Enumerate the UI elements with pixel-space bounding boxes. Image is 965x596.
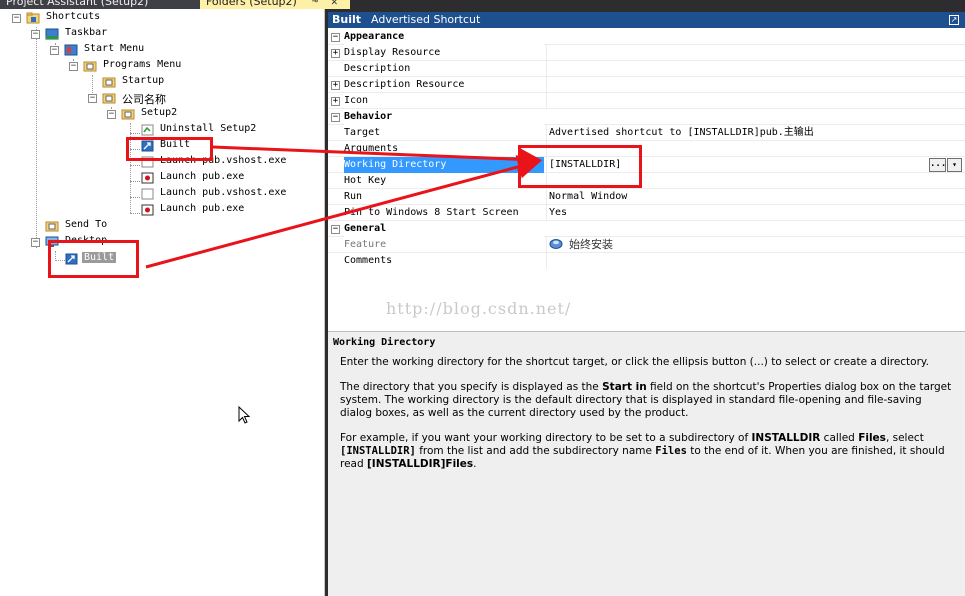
tree-node-taskbar[interactable]: Taskbar <box>65 27 107 38</box>
browse-ellipsis-button[interactable]: ... <box>929 158 946 172</box>
folder-icon <box>45 221 59 232</box>
tree-node-start-menu[interactable]: Start Menu <box>84 43 144 54</box>
feature-value-text: 始终安装 <box>569 238 614 251</box>
tree-line <box>130 165 140 166</box>
tab-project-assistant[interactable]: Project Assistant (Setup2) <box>0 0 200 9</box>
tree-node-company[interactable]: 公司名称 <box>122 91 166 107</box>
pin-value[interactable]: Yes <box>546 205 946 221</box>
description-title: Working Directory <box>333 337 436 348</box>
collapse-icon[interactable]: − <box>50 46 59 55</box>
collapse-icon[interactable]: − <box>331 33 340 42</box>
properties-pages-icon[interactable]: ↗ <box>949 15 959 25</box>
properties-header: Built Advertised Shortcut ↗ <box>328 12 965 28</box>
tree-node-launch-exe[interactable]: Launch pub.exe <box>160 203 244 214</box>
annotation-box-working-directory <box>518 145 642 188</box>
expand-icon[interactable]: + <box>331 97 340 106</box>
property-row-working-directory[interactable]: Working Directory [INSTALLDIR] <box>328 157 965 173</box>
pin-icon[interactable]: ⊸ <box>312 0 318 7</box>
property-value[interactable] <box>546 61 946 77</box>
selected-item-name: Built <box>332 13 362 26</box>
annotation-box-built <box>126 137 213 161</box>
tree-node-send-to[interactable]: Send To <box>65 219 107 230</box>
tree-node-setup2[interactable]: Setup2 <box>141 107 177 118</box>
description-paragraph: The directory that you specify is displa… <box>340 381 952 419</box>
taskbar-icon <box>45 28 59 40</box>
folder-tree-pane: − Shortcuts − Taskbar − Start Menu − Pro… <box>0 9 325 596</box>
property-row[interactable]: Feature 始终安装 <box>328 237 965 253</box>
close-icon[interactable]: ✕ <box>331 0 338 8</box>
property-value[interactable] <box>546 253 946 269</box>
uninstall-icon <box>141 124 154 136</box>
watermark-text: http://blog.csdn.net/ <box>386 299 572 318</box>
property-row[interactable]: Pin to Windows 8 Start Screen Yes <box>328 205 965 221</box>
property-row[interactable]: + Description Resource <box>328 77 965 93</box>
description-pane: Working Directory Enter the working dire… <box>328 331 965 596</box>
target-value[interactable]: Advertised shortcut to [INSTALLDIR]pub.主… <box>546 125 946 141</box>
tree-line <box>130 133 140 134</box>
property-value[interactable] <box>546 45 946 61</box>
folder-icon <box>102 77 116 88</box>
collapse-icon[interactable]: − <box>331 113 340 122</box>
feature-value[interactable]: 始终安装 <box>546 237 946 253</box>
tree-line <box>130 213 140 214</box>
expand-icon[interactable]: + <box>331 49 340 58</box>
folder-icon <box>83 61 97 72</box>
property-row[interactable]: Arguments <box>328 141 965 157</box>
tree-line <box>36 27 37 248</box>
tab-folders[interactable]: Folders (Setup2) <box>200 0 350 9</box>
property-grid: − Appearance + Display Resource Descript… <box>328 29 965 329</box>
collapse-icon[interactable]: − <box>107 110 116 119</box>
mouse-cursor-icon <box>238 406 250 424</box>
tree-line <box>130 197 140 198</box>
property-row[interactable]: + Display Resource <box>328 45 965 61</box>
file-icon <box>141 188 154 200</box>
collapse-icon[interactable]: − <box>31 30 40 39</box>
property-row[interactable]: Comments <box>328 253 965 269</box>
tree-line <box>130 181 140 182</box>
annotation-box-desktop-built <box>48 240 139 278</box>
collapse-icon[interactable]: − <box>88 94 97 103</box>
category-behavior[interactable]: − Behavior <box>328 109 965 125</box>
app-icon <box>141 204 154 216</box>
property-value[interactable] <box>546 77 946 93</box>
collapse-icon[interactable]: − <box>331 225 340 234</box>
category-general[interactable]: − General <box>328 221 965 237</box>
dropdown-arrow-button[interactable]: ▾ <box>947 158 962 172</box>
folder-icon <box>26 12 40 24</box>
start-menu-icon <box>64 44 78 56</box>
run-value[interactable]: Normal Window <box>546 189 946 205</box>
collapse-icon[interactable]: − <box>69 62 78 71</box>
description-paragraph: For example, if you want your working di… <box>340 432 945 470</box>
property-row[interactable]: Target Advertised shortcut to [INSTALLDI… <box>328 125 965 141</box>
description-paragraph: Enter the working directory for the shor… <box>340 356 929 368</box>
collapse-icon[interactable]: − <box>12 14 21 23</box>
document-tab-strip: Project Assistant (Setup2) Folders (Setu… <box>0 0 965 9</box>
expand-icon[interactable]: + <box>331 81 340 90</box>
folder-icon <box>102 93 116 104</box>
property-row[interactable]: Description <box>328 61 965 77</box>
app-icon <box>141 172 154 184</box>
property-row[interactable]: Run Normal Window <box>328 189 965 205</box>
folder-icon <box>121 109 135 120</box>
tree-node-launch-vshost[interactable]: Launch pub.vshost.exe <box>160 187 286 198</box>
tree-node-startup[interactable]: Startup <box>122 75 164 86</box>
feature-icon <box>549 239 563 249</box>
tree-node-uninstall[interactable]: Uninstall Setup2 <box>160 123 256 134</box>
tree-node-launch-exe[interactable]: Launch pub.exe <box>160 171 244 182</box>
category-appearance[interactable]: − Appearance <box>328 29 965 45</box>
property-row[interactable]: + Icon <box>328 93 965 109</box>
tree-node-programs-menu[interactable]: Programs Menu <box>103 59 181 70</box>
collapse-icon[interactable]: − <box>31 238 40 247</box>
tree-node-shortcuts[interactable]: Shortcuts <box>46 11 100 22</box>
selected-item-type: Advertised Shortcut <box>371 13 481 26</box>
property-value[interactable] <box>546 93 946 109</box>
property-row[interactable]: Hot Key <box>328 173 965 189</box>
